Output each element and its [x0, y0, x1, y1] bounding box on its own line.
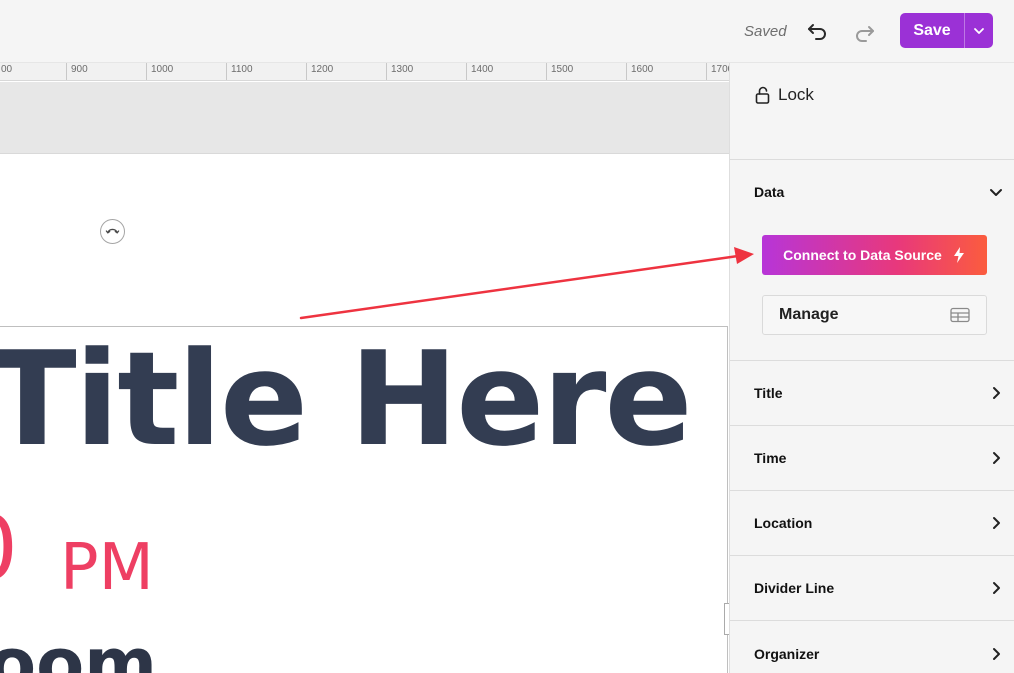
section-organizer-header[interactable]: Organizer [754, 621, 1003, 673]
chevron-right-icon [993, 648, 1000, 660]
chevron-right-icon [993, 452, 1000, 464]
manage-label: Manage [779, 306, 839, 323]
section-title: Title [730, 360, 1014, 425]
lock-toggle[interactable]: Lock [754, 83, 814, 107]
ruler-tick-label: 1400 [466, 63, 493, 80]
connect-data-source-button[interactable]: Connect to Data Source [762, 235, 987, 275]
undo-icon[interactable] [805, 19, 829, 43]
event-time-number[interactable]: 0 [0, 505, 18, 593]
event-title-text[interactable]: Title Here [0, 334, 693, 464]
rotate-icon [105, 228, 120, 234]
lock-icon [755, 86, 770, 104]
top-toolbar: Saved Save [0, 0, 1014, 63]
ruler-tick-label: 1700 [706, 63, 729, 80]
chevron-down-icon [974, 27, 984, 34]
section-divider-line-label: Divider Line [754, 580, 835, 596]
section-time-header[interactable]: Time [754, 426, 1003, 490]
redo-icon[interactable] [853, 21, 877, 45]
event-time-suffix[interactable]: PM [60, 536, 154, 600]
horizontal-ruler: 00 900 1000 1100 1200 1300 1400 1500 160… [0, 63, 729, 81]
ruler-tick-label: 900 [66, 63, 88, 80]
event-location-text[interactable]: oom [0, 629, 157, 673]
section-organizer: Organizer [730, 620, 1014, 673]
canvas-margin [0, 82, 729, 154]
table-icon [950, 307, 970, 323]
chevron-right-icon [993, 387, 1000, 399]
section-divider-line-header[interactable]: Divider Line [754, 556, 1003, 620]
lightning-icon [953, 247, 964, 263]
lock-label: Lock [778, 85, 814, 104]
section-location-header[interactable]: Location [754, 491, 1003, 555]
ruler-tick-label: 1600 [626, 63, 653, 80]
section-title-header[interactable]: Title [754, 361, 1003, 425]
section-divider-line: Divider Line [730, 555, 1014, 620]
manage-data-button[interactable]: Manage [762, 295, 987, 335]
ruler-tick-label: 00 [0, 63, 12, 80]
save-options-dropdown[interactable] [964, 13, 993, 48]
section-data-title: Data [754, 184, 785, 200]
section-organizer-label: Organizer [754, 646, 820, 662]
properties-panel: Lock Data Connect to Data Source Manage … [729, 63, 1014, 673]
section-data-header[interactable]: Data [754, 160, 1003, 224]
section-location-label: Location [754, 515, 813, 531]
ruler-tick-label: 1300 [386, 63, 413, 80]
chevron-down-icon [990, 189, 1002, 196]
save-button-group: Save [900, 13, 993, 48]
connect-data-source-label: Connect to Data Source [783, 247, 942, 263]
section-time: Time [730, 425, 1014, 490]
rotate-handle[interactable] [100, 219, 125, 244]
section-title-label: Title [754, 385, 783, 401]
ruler-tick-label: 1200 [306, 63, 333, 80]
design-canvas[interactable]: Title Here 0 PM oom [0, 155, 729, 673]
ruler-tick-label: 1100 [226, 63, 253, 80]
chevron-right-icon [993, 517, 1000, 529]
section-location: Location [730, 490, 1014, 555]
ruler-tick-label: 1500 [546, 63, 573, 80]
save-button[interactable]: Save [900, 13, 964, 48]
chevron-right-icon [993, 582, 1000, 594]
ruler-tick-label: 1000 [146, 63, 173, 80]
save-status: Saved [744, 23, 787, 40]
section-time-label: Time [754, 450, 787, 466]
